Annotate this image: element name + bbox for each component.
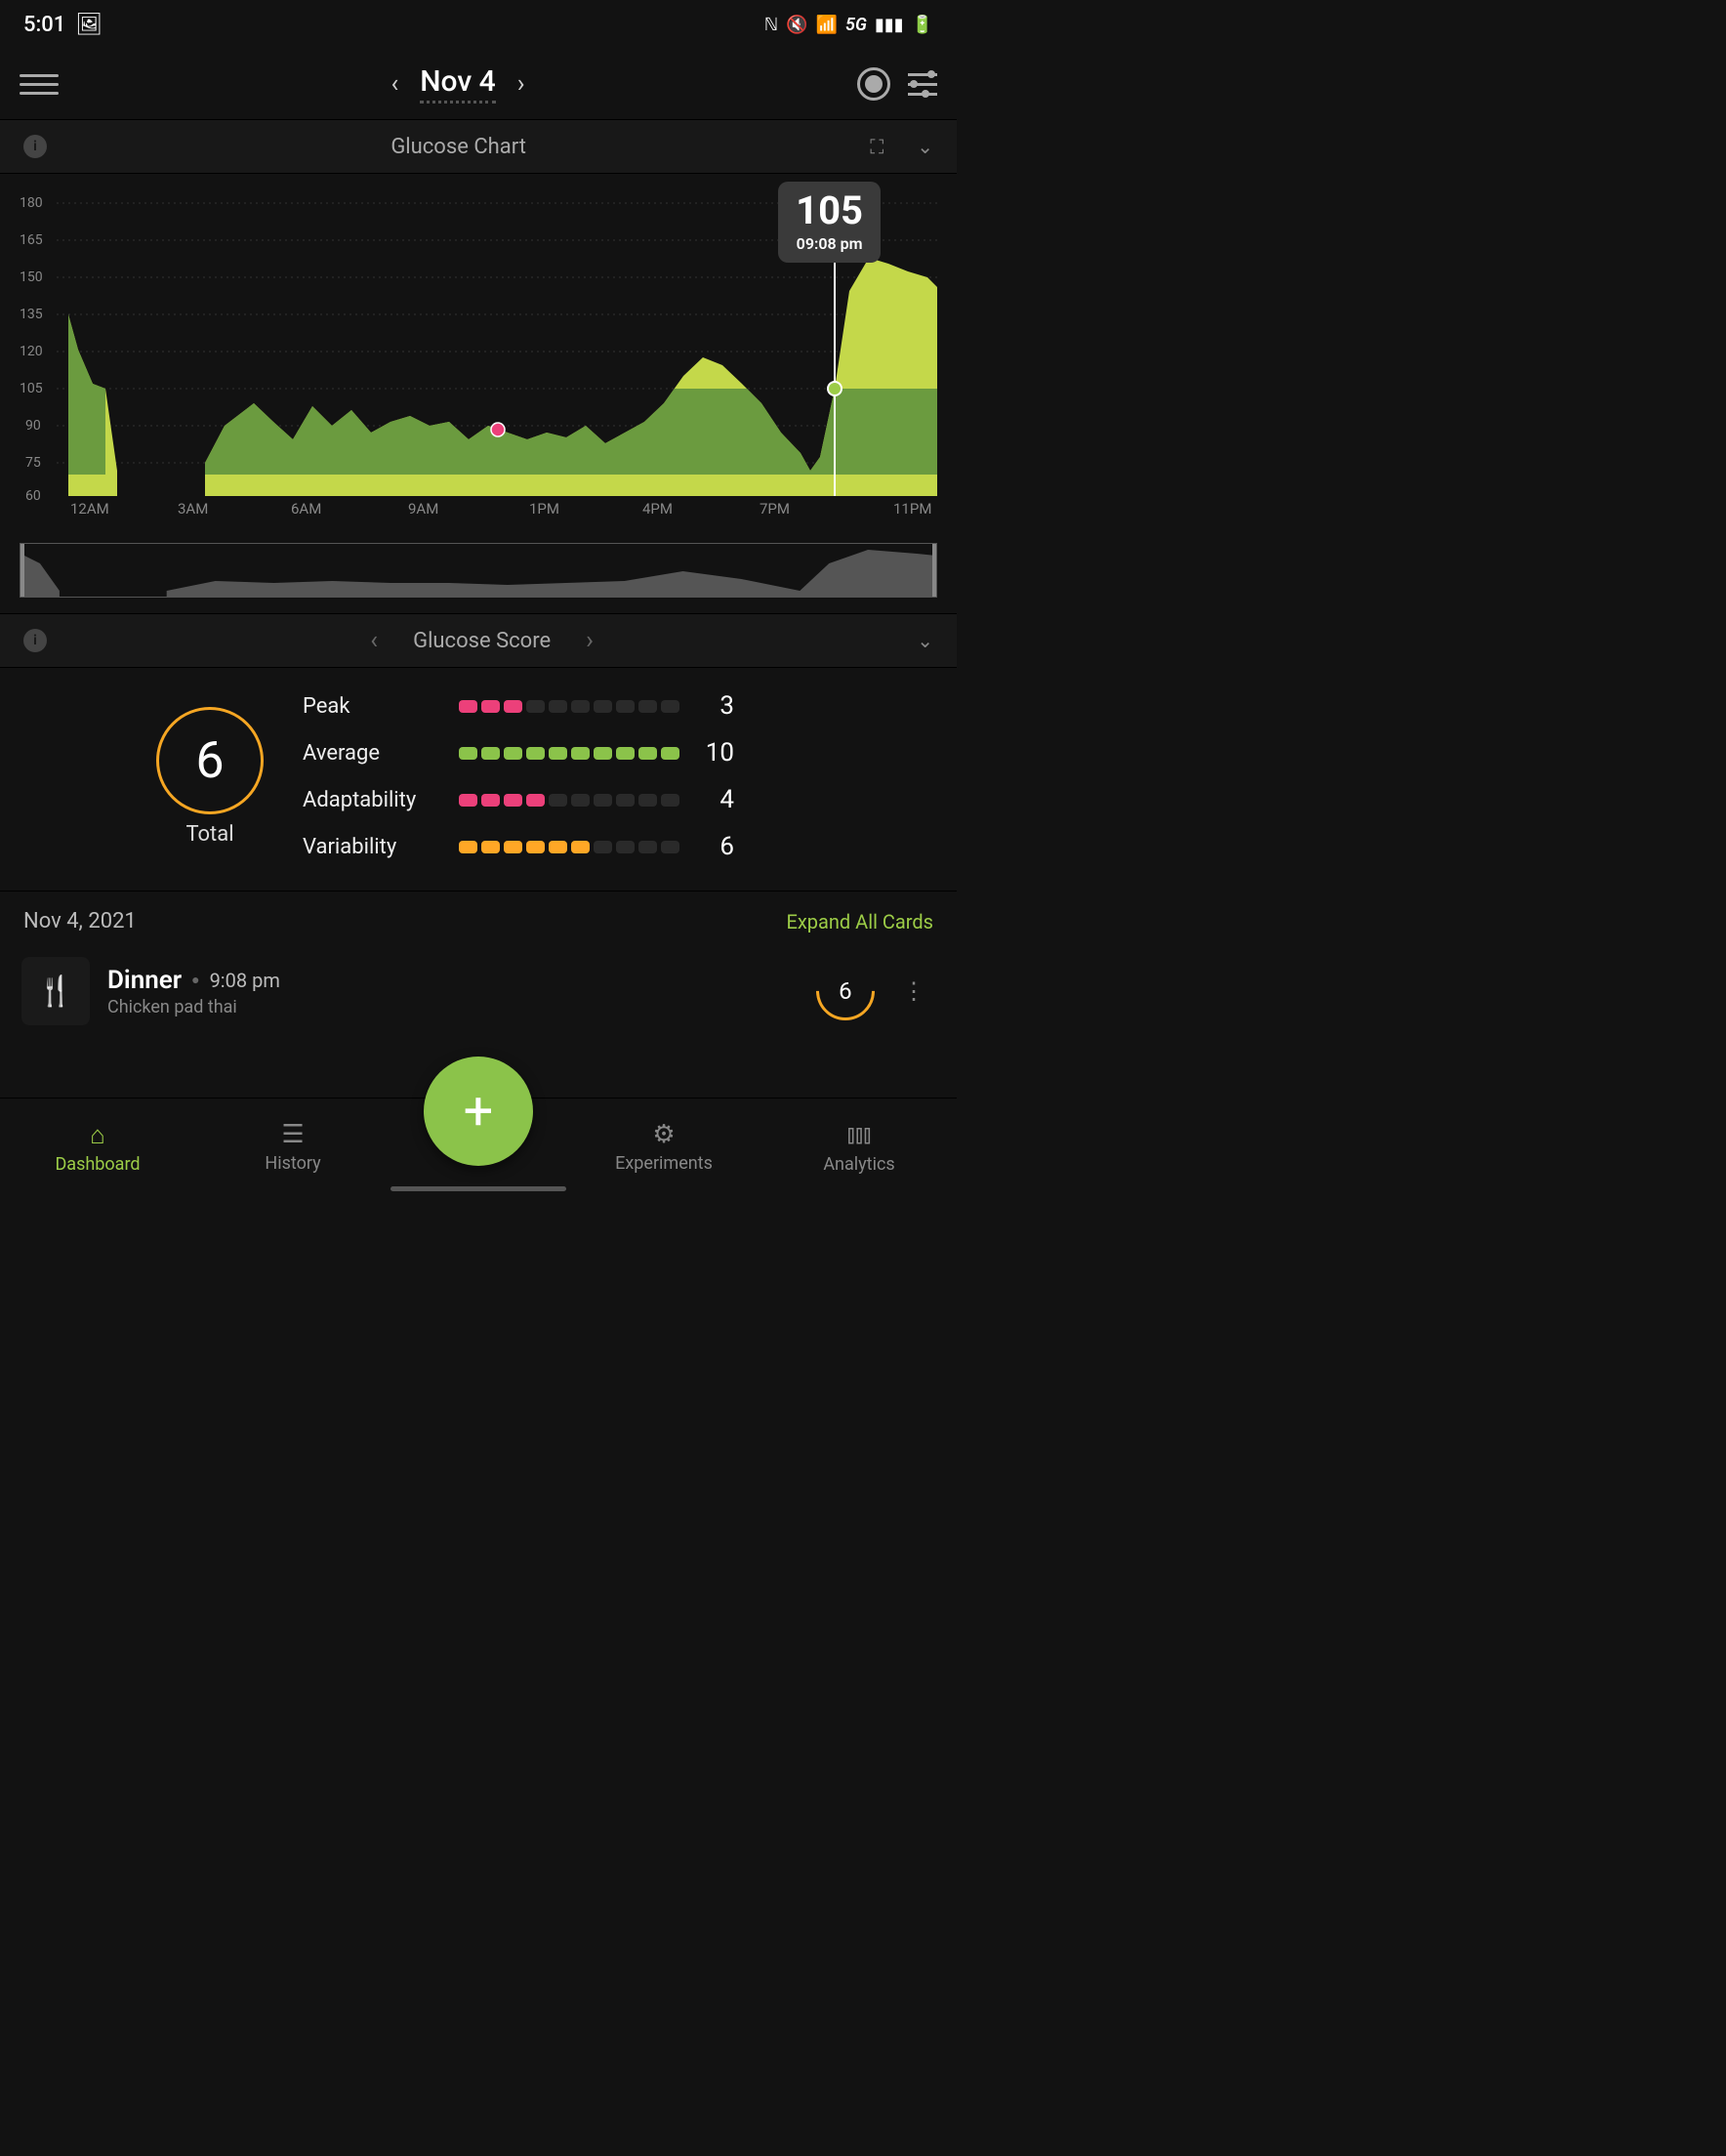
- home-icon: ⌂: [90, 1120, 105, 1150]
- svg-text:6AM: 6AM: [291, 500, 321, 516]
- nav-experiments-label: Experiments: [615, 1153, 713, 1174]
- metric-value: 3: [699, 691, 734, 721]
- svg-text:90: 90: [25, 418, 41, 434]
- card-menu-button[interactable]: ⋮: [892, 977, 935, 1005]
- metric-pills: [459, 794, 679, 807]
- tooltip-time: 09:08 pm: [796, 234, 863, 253]
- meal-title: Dinner: [107, 966, 182, 995]
- metric-pills: [459, 747, 679, 760]
- status-bar: 5:01 🖼 ℕ 🔇 📶 5G ▮▮▮ 🔋: [0, 0, 957, 49]
- settings-button[interactable]: [908, 73, 937, 96]
- nav-dashboard[interactable]: ⌂ Dashboard: [20, 1120, 176, 1175]
- svg-text:75: 75: [25, 455, 41, 471]
- svg-text:11PM: 11PM: [893, 500, 931, 516]
- metric-peak: Peak 3: [303, 691, 918, 721]
- score-collapse-button[interactable]: ⌄: [917, 629, 933, 652]
- chart-minimap[interactable]: [20, 543, 937, 598]
- metric-value: 6: [699, 832, 734, 861]
- svg-text:9AM: 9AM: [408, 500, 438, 516]
- nav-history-label: History: [265, 1153, 320, 1174]
- metric-pills: [459, 841, 679, 853]
- svg-text:60: 60: [25, 488, 41, 504]
- metric-label: Variability: [303, 835, 439, 859]
- wifi-icon: 📶: [816, 15, 838, 35]
- glucose-score-panel: 6 Total Peak 3 Average 10 Adaptability 4 Varia…: [0, 668, 957, 891]
- metric-label: Adaptability: [303, 788, 439, 812]
- nav-history[interactable]: ☰ History: [215, 1120, 371, 1174]
- total-score-value: 6: [195, 730, 224, 790]
- home-indicator[interactable]: [390, 1186, 566, 1191]
- minimap-right-handle[interactable]: [932, 544, 936, 597]
- svg-text:120: 120: [20, 344, 43, 359]
- nav-experiments[interactable]: ⚙ Experiments: [586, 1120, 742, 1174]
- metric-value: 10: [699, 738, 734, 767]
- meal-time: 9:08 pm: [210, 969, 280, 992]
- nav-analytics-label: Analytics: [823, 1154, 894, 1175]
- top-bar: ‹ Nov 4 ›: [0, 49, 957, 119]
- nfc-icon: ℕ: [764, 15, 778, 35]
- mute-icon: 🔇: [786, 15, 807, 35]
- collapse-button[interactable]: ⌄: [917, 135, 933, 158]
- prev-day-button[interactable]: ‹: [390, 69, 398, 99]
- glucose-score-header: i ‹ Glucose Score › ⌄: [0, 613, 957, 668]
- svg-text:150: 150: [20, 270, 43, 285]
- utensils-icon: 🍴: [21, 957, 90, 1025]
- meal-card[interactable]: 🍴 Dinner ● 9:08 pm Chicken pad thai 6 ⋮: [0, 951, 957, 1031]
- svg-text:12AM: 12AM: [70, 500, 109, 516]
- svg-text:1PM: 1PM: [529, 500, 559, 516]
- expand-all-button[interactable]: Expand All Cards: [786, 910, 933, 933]
- chart-tooltip: 105 09:08 pm: [778, 182, 881, 263]
- glucose-score-title: Glucose Score: [413, 629, 551, 653]
- bullet-separator: ●: [191, 972, 199, 988]
- svg-text:7PM: 7PM: [760, 500, 790, 516]
- metric-variability: Variability 6: [303, 832, 918, 861]
- total-label: Total: [185, 822, 233, 847]
- date-title[interactable]: Nov 4: [420, 64, 495, 104]
- nav-analytics[interactable]: ⫾⫾⫾ Analytics: [781, 1120, 937, 1175]
- glucose-chart-header: i Glucose Chart ⛶ ⌄: [0, 119, 957, 174]
- meal-score-value: 6: [839, 977, 852, 1005]
- glucose-chart-title: Glucose Chart: [62, 135, 854, 159]
- tooltip-value: 105: [796, 191, 863, 230]
- meal-score-ring: 6: [804, 950, 887, 1033]
- sliders-icon: ⚙: [652, 1120, 675, 1149]
- glucose-chart[interactable]: 180 165 150 135 120 105 90 75 60 12AM 3A…: [0, 174, 957, 535]
- clock: 5:01: [23, 13, 65, 37]
- svg-text:105: 105: [20, 381, 43, 396]
- meal-subtitle: Chicken pad thai: [107, 997, 799, 1017]
- picture-icon: 🖼: [75, 13, 103, 37]
- network-type: 5G: [845, 15, 867, 35]
- add-button[interactable]: +: [424, 1057, 533, 1166]
- bars-icon: ⫾⫾⫾: [847, 1120, 872, 1150]
- total-score-ring: 6: [156, 707, 264, 814]
- signal-icon: ▮▮▮: [875, 15, 904, 35]
- metric-average: Average 10: [303, 738, 918, 767]
- record-button[interactable]: [857, 67, 890, 101]
- metric-pills: [459, 700, 679, 713]
- svg-text:180: 180: [20, 195, 43, 211]
- score-next-button[interactable]: ›: [586, 626, 594, 655]
- metric-value: 4: [699, 785, 734, 814]
- cards-header: Nov 4, 2021 Expand All Cards: [0, 891, 957, 951]
- info-icon[interactable]: i: [23, 629, 47, 652]
- minimap-left-handle[interactable]: [21, 544, 24, 597]
- svg-text:135: 135: [20, 307, 43, 322]
- next-day-button[interactable]: ›: [517, 69, 525, 99]
- metric-adaptability: Adaptability 4: [303, 785, 918, 814]
- svg-text:3AM: 3AM: [178, 500, 208, 516]
- metric-label: Peak: [303, 694, 439, 719]
- info-icon[interactable]: i: [23, 135, 47, 158]
- nav-dashboard-label: Dashboard: [55, 1154, 140, 1175]
- score-prev-button[interactable]: ‹: [370, 626, 378, 655]
- battery-icon: 🔋: [912, 15, 933, 35]
- svg-text:165: 165: [20, 232, 43, 248]
- cards-date: Nov 4, 2021: [23, 909, 137, 933]
- list-icon: ☰: [281, 1120, 304, 1149]
- fullscreen-button[interactable]: ⛶: [870, 135, 884, 158]
- metric-label: Average: [303, 741, 439, 766]
- menu-button[interactable]: [20, 74, 59, 95]
- svg-text:4PM: 4PM: [642, 500, 673, 516]
